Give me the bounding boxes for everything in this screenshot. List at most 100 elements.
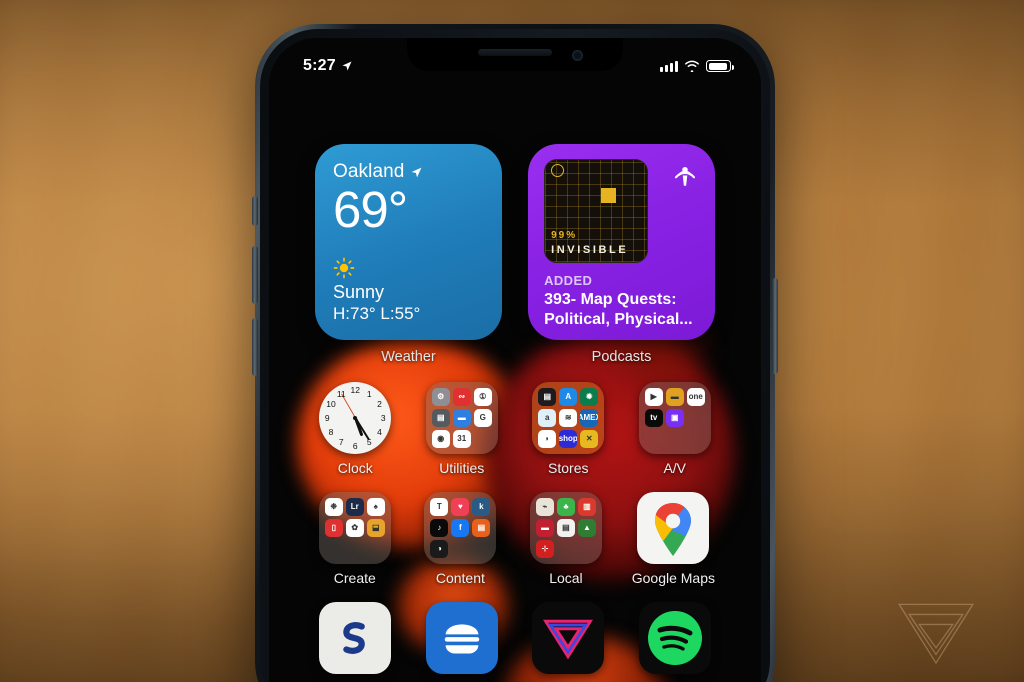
podcasts-widget-label: Podcasts <box>591 349 652 365</box>
folder-slot-empty <box>666 430 684 448</box>
folder-slot-empty <box>687 430 705 448</box>
folder-slot-empty <box>557 540 575 558</box>
clock-numeral: 11 <box>336 388 346 399</box>
app-label-av: A/V <box>663 460 687 476</box>
photo-scene: 5:27 Oakland 69° Sunny H:73° L:55° 99% I… <box>0 0 1024 682</box>
google-maps-pin-icon <box>637 492 710 564</box>
folder-create[interactable]: ❉ Lr ♠ ▯ ✿ ⬓ Create <box>315 492 395 586</box>
verge-logo-watermark <box>897 603 975 665</box>
app-label-google-maps: Google Maps <box>631 570 716 586</box>
app-grid: 12 1 2 3 4 5 6 7 8 9 10 11 Clock ⚙ ∾ ① ▤ ▬ G ◉ 31 Utilitie… <box>315 382 715 674</box>
location-arrow-icon <box>342 61 352 71</box>
app-label-clock: Clock <box>337 460 373 476</box>
volume-down-button[interactable] <box>252 318 258 376</box>
calendar-icon: 31 <box>452 430 471 448</box>
simple-bank-icon <box>319 602 392 674</box>
app-verge[interactable] <box>528 602 609 674</box>
folder-local[interactable]: ⌁ ♣ ▥ ▬ ▤ ▲ ⊹ Local <box>526 492 606 586</box>
overcast-icon: ◑ <box>430 540 449 558</box>
phone-screen[interactable]: 5:27 Oakland 69° Sunny H:73° L:55° 99% I… <box>269 38 761 682</box>
app-row-2: ❉ Lr ♠ ▯ ✿ ⬓ Create T ♥ k ♪ f ▤ ◑ Content ⌁ ♣ ▥ ▬ ▤ ▲ ⊹ L… <box>315 492 715 586</box>
weather-details: Sunny H:73° L:55° <box>333 257 420 324</box>
apple-tv-icon: tv <box>644 409 663 427</box>
notes-icon: ▤ <box>556 519 575 537</box>
folder-utilities[interactable]: ⚙ ∾ ① ▤ ▬ G ◉ 31 Utilities <box>422 382 503 476</box>
display-notch <box>407 38 623 71</box>
verge-v-icon <box>532 602 605 674</box>
folder-icon-stores: ▤ A ✹ a ≋ AMEX ◗ shop ✕ <box>532 382 605 454</box>
status-bar-time: 5:27 <box>303 57 336 74</box>
podcast-antenna-icon <box>674 167 696 186</box>
podcast-show-number: 99% <box>551 230 578 241</box>
sonos-icon: ▬ <box>665 388 684 406</box>
amazon-icon: a <box>538 409 557 427</box>
home-screen[interactable]: Oakland 69° Sunny H:73° L:55° 99% INVISI… <box>269 82 761 682</box>
instapaper-icon: ▤ <box>472 519 491 537</box>
halide-icon: ⬓ <box>366 519 385 537</box>
app-store-icon: A <box>559 388 578 406</box>
one-icon: one <box>686 388 705 406</box>
folder-av[interactable]: ▶ ▬ one tv ▣ A/V <box>635 382 716 476</box>
kindle-icon: k <box>472 498 491 516</box>
folder-slot-empty <box>367 540 385 558</box>
facebook-icon: f <box>451 519 470 537</box>
location-arrow-icon <box>412 167 422 177</box>
wallet-icon: ▤ <box>538 388 557 406</box>
folder-icon-local: ⌁ ♣ ▥ ▬ ▤ ▲ ⊹ <box>529 492 602 564</box>
twitch-icon: ▣ <box>665 409 684 427</box>
transit-icon: ▬ <box>535 519 554 537</box>
toast-icon: ▥ <box>577 498 596 516</box>
youtube-icon: ▶ <box>644 388 663 406</box>
bank-of-america-icon: ≋ <box>559 409 578 427</box>
app-eat[interactable] <box>422 602 503 674</box>
underarmour-icon: ⊹ <box>535 540 554 558</box>
clipboard-icon: ▯ <box>324 519 343 537</box>
alltrails-icon: ▲ <box>577 519 596 537</box>
settings-icon: ⚙ <box>431 388 450 406</box>
artwork-square <box>601 188 617 203</box>
folder-slot-empty <box>346 540 364 558</box>
app-clock[interactable]: 12 1 2 3 4 5 6 7 8 9 10 11 Clock <box>315 382 396 476</box>
folder-slot-empty <box>451 540 469 558</box>
volume-up-button[interactable] <box>252 246 258 304</box>
signal-bars-icon <box>660 60 678 72</box>
spotify-icon <box>638 602 711 674</box>
1password-icon: ① <box>473 388 492 406</box>
clock-numeral: 5 <box>366 437 372 448</box>
app-spotify[interactable] <box>635 602 716 674</box>
google-icon: G <box>473 409 492 427</box>
app-label-stores: Stores <box>548 460 589 476</box>
weather-city: Oakland <box>333 161 405 182</box>
lightroom-icon: Lr <box>345 498 364 516</box>
folder-icon-create: ❉ Lr ♠ ▯ ✿ ⬓ <box>318 492 391 564</box>
folder-icon-content: T ♥ k ♪ f ▤ ◑ <box>424 492 497 564</box>
mute-switch[interactable] <box>252 196 258 226</box>
weather-widget[interactable]: Oakland 69° Sunny H:73° L:55° <box>315 144 503 340</box>
podcasts-widget[interactable]: 99% INVISIBLE ADDED 393- Map Quests: Pol… <box>528 144 715 340</box>
mint-icon: ♠ <box>366 498 385 516</box>
power-button[interactable] <box>772 278 778 374</box>
status-bar-clock: 5:27 <box>303 57 353 75</box>
weather-city-row: Oakland <box>333 161 484 183</box>
app-label-create: Create <box>333 570 376 586</box>
files-icon: ▬ <box>452 409 471 427</box>
apple-maps-icon: ⌁ <box>535 498 554 516</box>
app-simple[interactable] <box>315 602 396 674</box>
app-google-maps[interactable]: Google Maps <box>632 492 715 586</box>
folder-content[interactable]: T ♥ k ♪ f ▤ ◑ Content <box>421 492 501 586</box>
iphone-device: 5:27 Oakland 69° Sunny H:73° L:55° 99% I… <box>252 24 778 682</box>
clock-face-icon: 12 1 2 3 4 5 6 7 8 9 10 11 <box>319 382 392 454</box>
starbucks-icon: ✹ <box>580 388 599 406</box>
widget-labels: Weather Podcasts <box>315 349 715 365</box>
eat-burger-icon <box>425 602 498 674</box>
clock-numeral: 4 <box>377 427 382 437</box>
earpiece-speaker <box>478 49 552 56</box>
photos-icon: ❉ <box>324 498 343 516</box>
chrome-icon: ◉ <box>431 430 450 448</box>
clock-numeral: 6 <box>352 441 358 451</box>
folder-stores[interactable]: ▤ A ✹ a ≋ AMEX ◗ shop ✕ Stores <box>528 382 609 476</box>
clock-numeral: 2 <box>377 399 382 409</box>
tiktok-icon: ♪ <box>430 519 449 537</box>
app-row-1: 12 1 2 3 4 5 6 7 8 9 10 11 Clock ⚙ ∾ ① ▤ ▬ G ◉ 31 Utilitie… <box>315 382 715 476</box>
folder-icon-utilities: ⚙ ∾ ① ▤ ▬ G ◉ 31 <box>425 382 498 454</box>
